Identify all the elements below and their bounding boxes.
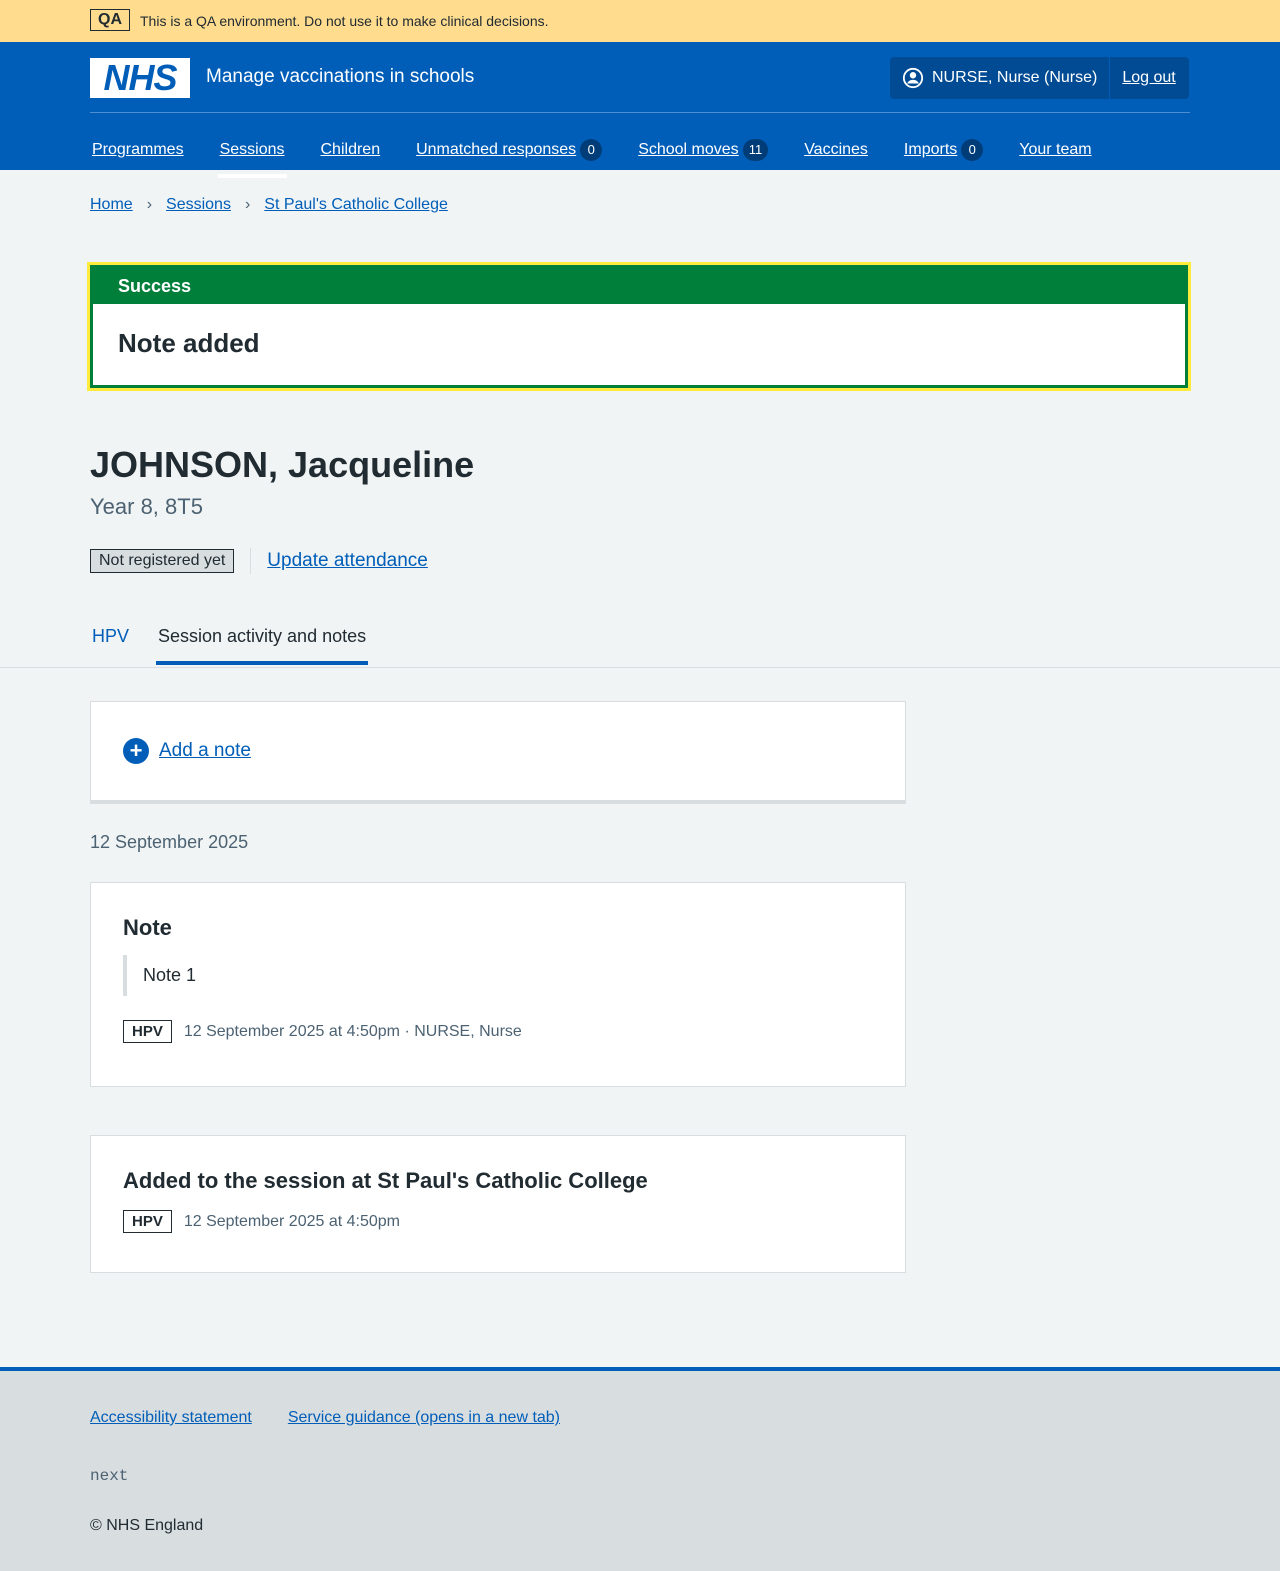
note-card: Note Note 1 HPV 12 September 2025 at 4:5… <box>90 882 906 1087</box>
success-message: Note added <box>93 304 1185 385</box>
count-badge: 0 <box>961 139 984 161</box>
nav-sessions[interactable]: Sessions <box>217 132 287 178</box>
user-icon <box>902 67 924 89</box>
success-banner: Success Note added <box>87 262 1191 391</box>
nav-link[interactable]: Imports <box>904 141 957 159</box>
nav-link[interactable]: Unmatched responses <box>416 141 576 159</box>
breadcrumb-sessions[interactable]: Sessions <box>166 196 231 214</box>
nav-link[interactable]: Sessions <box>220 141 285 159</box>
version: next <box>90 1467 129 1485</box>
page-title: JOHNSON, Jacqueline <box>90 444 475 485</box>
note-timestamp: 12 September 2025 at 4:50pm · NURSE, Nur… <box>183 1022 522 1040</box>
chevron-right-icon: › <box>244 196 251 213</box>
patient-year: Year 8, 8T5 <box>90 494 203 519</box>
activity-card: Added to the session at St Paul's Cathol… <box>90 1135 906 1273</box>
attendance-row: Not registered yet Update attendance <box>90 548 1190 574</box>
nav-link[interactable]: Programmes <box>92 141 184 159</box>
note-title: Note <box>123 915 172 940</box>
nhs-logo[interactable]: NHS <box>90 58 190 98</box>
programme-tag: HPV <box>123 1020 172 1043</box>
nav-your-team[interactable]: Your team <box>1019 132 1091 168</box>
accessibility-statement-link[interactable]: Accessibility statement <box>90 1409 252 1427</box>
nav-vaccines[interactable]: Vaccines <box>804 132 868 168</box>
note-meta: HPV 12 September 2025 at 4:50pm · NURSE,… <box>123 1020 873 1043</box>
nav-school-moves[interactable]: School moves 11 <box>638 132 769 168</box>
nav-programmes[interactable]: Programmes <box>92 132 184 168</box>
update-attendance-link[interactable]: Update attendance <box>267 550 428 572</box>
service-guidance-link[interactable]: Service guidance (opens in a new tab) <box>288 1409 560 1427</box>
breadcrumb-session[interactable]: St Paul's Catholic College <box>264 196 448 214</box>
success-title: Success <box>118 276 192 296</box>
footer: Accessibility statement Service guidance… <box>0 1367 1280 1571</box>
copyright: © NHS England <box>90 1517 204 1534</box>
chevron-right-icon: › <box>146 196 153 213</box>
nav-link[interactable]: Vaccines <box>804 141 868 159</box>
header: NHS Manage vaccinations in schools NURSE… <box>0 42 1280 178</box>
add-note-card: + Add a note <box>90 701 906 804</box>
header-divider <box>90 112 1190 113</box>
tabs-divider <box>0 667 1280 668</box>
divider <box>250 548 252 574</box>
nav-unmatched-responses[interactable]: Unmatched responses 0 <box>416 132 603 168</box>
activity-timestamp: 12 September 2025 at 4:50pm <box>183 1212 400 1230</box>
plus-circle-icon: + <box>123 738 149 764</box>
nav-children[interactable]: Children <box>321 132 381 168</box>
activity-meta: HPV 12 September 2025 at 4:50pm <box>123 1210 873 1233</box>
user-name: NURSE, Nurse (Nurse) <box>932 69 1098 86</box>
primary-nav: Programmes Sessions Children Unmatched r… <box>92 132 1128 178</box>
tab-session-activity[interactable]: Session activity and notes <box>156 626 369 665</box>
tab-hpv[interactable]: HPV <box>92 626 129 647</box>
qa-tag: QA <box>90 9 130 31</box>
nav-link[interactable]: School moves <box>638 141 739 159</box>
nav-imports[interactable]: Imports 0 <box>904 132 984 168</box>
date-heading: 12 September 2025 <box>90 832 249 852</box>
nav-link[interactable]: Children <box>321 141 381 159</box>
status-badge: Not registered yet <box>90 549 235 573</box>
note-text: Note 1 <box>123 955 873 996</box>
qa-banner: QA This is a QA environment. Do not use … <box>0 0 1280 42</box>
add-note-link[interactable]: Add a note <box>159 740 251 762</box>
qa-message: This is a QA environment. Do not use it … <box>140 13 549 29</box>
breadcrumb-home[interactable]: Home <box>90 196 133 214</box>
programme-tag: HPV <box>123 1210 172 1233</box>
service-name[interactable]: Manage vaccinations in schools <box>206 66 474 88</box>
nav-link[interactable]: Your team <box>1019 141 1091 159</box>
user-info: NURSE, Nurse (Nurse) <box>890 57 1111 99</box>
count-badge: 11 <box>742 139 769 161</box>
breadcrumb: Home › Sessions › St Paul's Catholic Col… <box>90 196 1190 214</box>
count-badge: 0 <box>580 139 603 161</box>
activity-title: Added to the session at St Paul's Cathol… <box>123 1168 648 1193</box>
account-menu: NURSE, Nurse (Nurse) Log out <box>890 57 1189 99</box>
logout-link[interactable]: Log out <box>1110 69 1187 87</box>
